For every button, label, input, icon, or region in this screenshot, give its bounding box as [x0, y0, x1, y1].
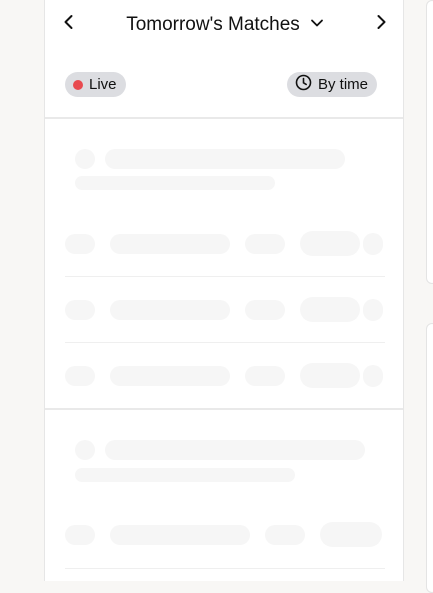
skeleton-team-name — [110, 525, 250, 545]
skeleton-league-subtitle — [75, 176, 275, 190]
skeleton-league-title — [105, 149, 345, 169]
matches-panel: Tomorrow's Matches Live By time — [44, 0, 404, 581]
chevron-down-icon — [310, 16, 324, 35]
skeleton-team-name — [110, 300, 230, 320]
section-divider — [45, 408, 403, 410]
skeleton-match-time — [65, 525, 95, 545]
live-filter-label: Live — [89, 76, 117, 93]
live-filter-button[interactable]: Live — [65, 72, 126, 97]
page-title: Tomorrow's Matches — [126, 14, 300, 35]
skeleton-team-name — [110, 366, 230, 386]
skeleton-action — [363, 233, 383, 255]
chevron-left-icon — [61, 14, 77, 35]
skeleton-match-time — [65, 300, 95, 320]
skeleton-action — [363, 365, 383, 387]
live-dot-icon — [73, 79, 83, 90]
date-selector[interactable]: Tomorrow's Matches — [115, 12, 335, 38]
skeleton-score — [265, 525, 305, 545]
skeleton-league-logo — [75, 149, 95, 169]
by-time-filter-button[interactable]: By time — [287, 72, 378, 97]
skeleton-score — [245, 300, 285, 320]
side-card — [426, 0, 433, 284]
chevron-right-icon — [373, 14, 389, 35]
next-day-button[interactable] — [369, 12, 393, 36]
skeleton-match-time — [65, 366, 95, 386]
by-time-filter-label: By time — [318, 76, 369, 93]
skeleton-team-name — [110, 234, 230, 254]
row-separator — [65, 568, 385, 569]
skeleton-score — [245, 234, 285, 254]
skeleton-odds — [300, 231, 360, 256]
row-separator — [65, 276, 385, 277]
skeleton-league-subtitle — [75, 468, 295, 482]
skeleton-league-logo — [75, 440, 95, 460]
prev-day-button[interactable] — [57, 12, 81, 36]
skeleton-score — [245, 366, 285, 386]
row-separator — [65, 342, 385, 343]
skeleton-odds — [320, 522, 382, 547]
skeleton-odds — [300, 363, 360, 388]
skeleton-action — [363, 299, 383, 321]
clock-icon — [295, 74, 312, 95]
skeleton-odds — [300, 297, 360, 322]
skeleton-match-time — [65, 234, 95, 254]
filter-bar: Live By time — [45, 72, 403, 98]
section-divider — [45, 117, 403, 119]
skeleton-league-title — [105, 440, 365, 460]
header: Tomorrow's Matches — [45, 0, 403, 50]
side-card-secondary — [426, 323, 433, 593]
